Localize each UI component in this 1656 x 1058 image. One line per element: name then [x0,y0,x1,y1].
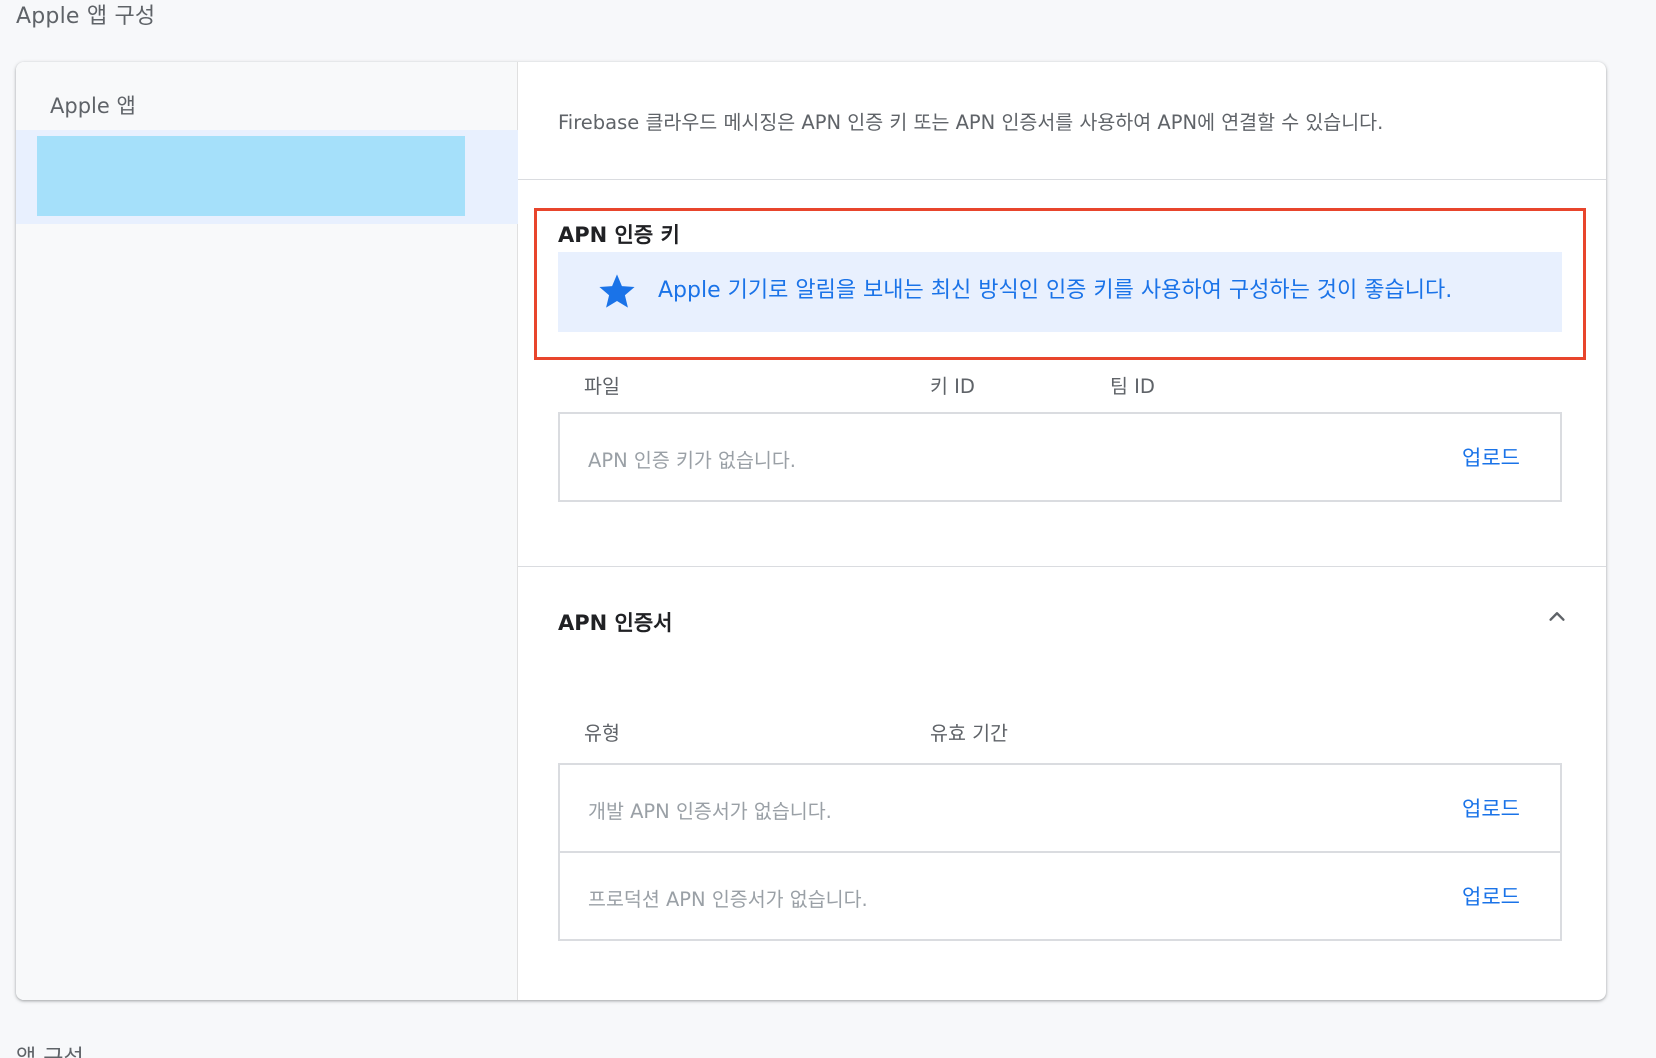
star-icon [599,274,635,308]
app-list-panel: Apple 앱 [16,62,518,1000]
apn-key-upload-button[interactable]: 업로드 [1462,442,1520,472]
apn-key-recommendation-notice: Apple 기기로 알림을 보내는 최신 방식인 인증 키를 사용하여 구성하는… [558,252,1562,332]
dev-cert-empty-text: 개발 APN 인증서가 없습니다. [588,800,832,823]
column-header-expiry: 유효 기간 [930,722,1008,745]
intro-section: Firebase 클라우드 메시징은 APN 인증 키 또는 APN 인증서를 … [518,62,1606,180]
app-list-item-selected[interactable] [16,130,518,224]
messaging-config-panel: Firebase 클라우드 메시징은 APN 인증 키 또는 APN 인증서를 … [518,62,1606,1000]
apn-key-title: APN 인증 키 [558,223,680,247]
section-title: Apple 앱 구성 [16,4,156,29]
app-name-redacted [37,136,465,216]
chevron-up-icon[interactable] [1546,605,1568,627]
apn-cert-row-prod: 프로덕션 APN 인증서가 없습니다. 업로드 [558,851,1562,941]
dev-cert-upload-button[interactable]: 업로드 [1462,793,1520,823]
apn-cert-row-dev: 개발 APN 인증서가 없습니다. 업로드 [558,763,1562,853]
prod-cert-upload-button[interactable]: 업로드 [1462,881,1520,911]
page: Apple 앱 구성 Apple 앱 Firebase 클라우드 메시징은 AP… [0,0,1656,1058]
apn-cert-section: APN 인증서 유형 유효 기간 개발 APN 인증서가 없습니다. 업로드 프… [518,566,1606,1000]
column-header-team-id: 팀 ID [1110,375,1155,398]
next-section-title: 앱 구성 [16,1040,84,1058]
apple-app-config-card: Apple 앱 Firebase 클라우드 메시징은 APN 인증 키 또는 A… [16,62,1606,1000]
column-header-file: 파일 [584,375,620,398]
apn-key-empty-text: APN 인증 키가 없습니다. [588,449,796,472]
column-header-type: 유형 [584,722,620,745]
notice-text: Apple 기기로 알림을 보내는 최신 방식인 인증 키를 사용하여 구성하는… [658,278,1453,303]
intro-text: Firebase 클라우드 메시징은 APN 인증 키 또는 APN 인증서를 … [558,111,1384,134]
app-list-title: Apple 앱 [50,94,136,118]
apn-cert-title: APN 인증서 [558,611,673,635]
column-header-key-id: 키 ID [930,375,975,398]
apn-key-row: APN 인증 키가 없습니다. 업로드 [558,412,1562,502]
prod-cert-empty-text: 프로덕션 APN 인증서가 없습니다. [588,888,868,911]
